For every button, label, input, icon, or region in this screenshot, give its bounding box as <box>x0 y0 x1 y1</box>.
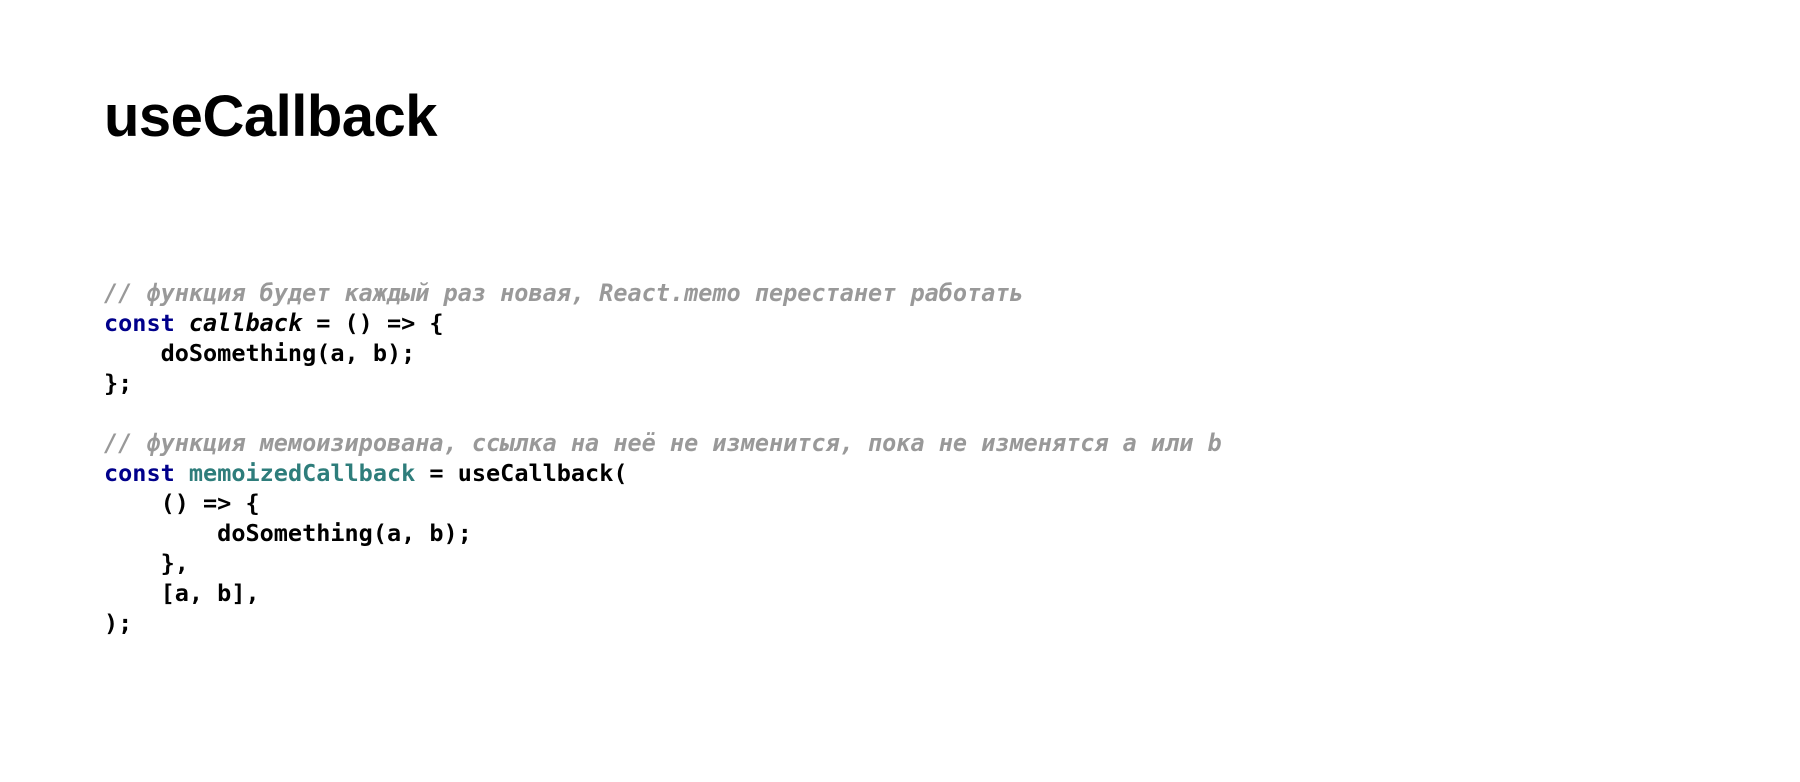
code-line: }, <box>104 548 1222 578</box>
code-line: doSomething(a, b); <box>104 518 1222 548</box>
slide-root: useCallback // функция будет каждый раз … <box>0 0 1800 782</box>
code-line: const memoizedCallback = useCallback( <box>104 458 1222 488</box>
code-token-comment: // функция будет каждый раз новая, React… <box>104 278 1024 307</box>
code-token-plain: ); <box>104 608 133 637</box>
code-line: const callback = () => { <box>104 308 1222 338</box>
code-line: // функция мемоизирована, ссылка на неё … <box>104 428 1222 458</box>
code-token-plain: = useCallback( <box>415 458 628 487</box>
code-token-plain: () => { <box>104 488 260 517</box>
code-token-fn-italic: callback <box>188 308 303 337</box>
code-token-plain: }; <box>104 368 133 397</box>
code-token-comment: // функция мемоизирована, ссылка на неё … <box>104 428 1222 457</box>
code-line: doSomething(a, b); <box>104 338 1222 368</box>
code-line: }; <box>104 368 1222 398</box>
code-token-plain: = () => { <box>302 308 444 337</box>
code-line: () => { <box>104 488 1222 518</box>
code-line: ); <box>104 608 1222 638</box>
code-line: [a, b], <box>104 578 1222 608</box>
code-token-plain: doSomething(a, b); <box>104 518 472 547</box>
code-token-plain: }, <box>104 548 189 577</box>
code-token-plain: [a, b], <box>104 578 260 607</box>
page-title: useCallback <box>104 83 438 149</box>
code-block: // функция будет каждый раз новая, React… <box>104 278 1222 638</box>
code-line: // функция будет каждый раз новая, React… <box>104 278 1222 308</box>
code-body: // функция будет каждый раз новая, React… <box>104 278 1222 638</box>
code-token-keyword: const <box>104 458 175 487</box>
code-token-memo: memoizedCallback <box>188 458 416 487</box>
code-token-plain: doSomething(a, b); <box>104 338 416 367</box>
code-token-keyword: const <box>104 308 175 337</box>
